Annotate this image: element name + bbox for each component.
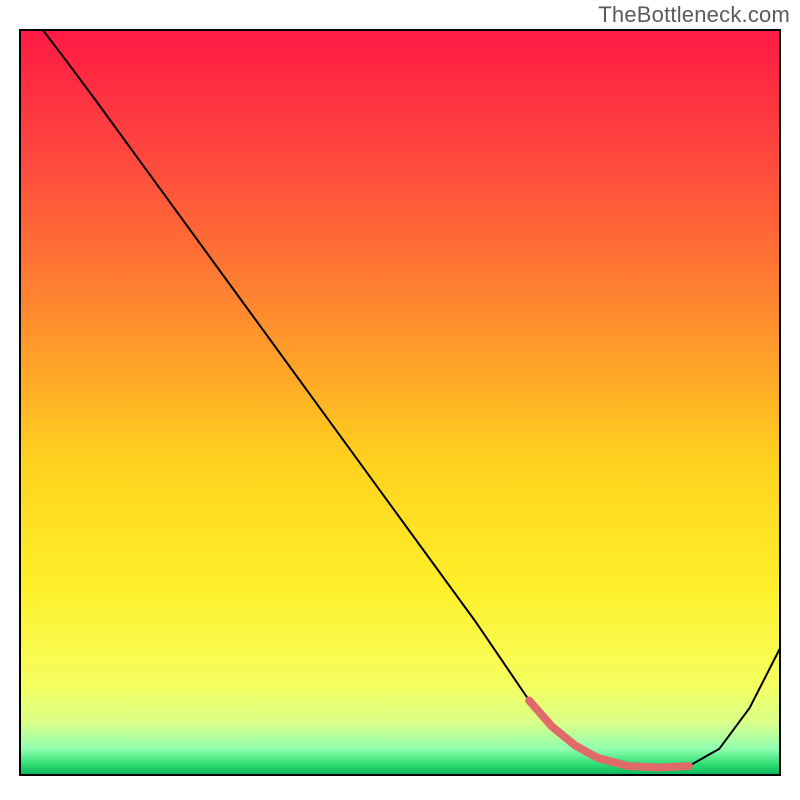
chart-svg bbox=[0, 0, 800, 800]
chart-container: TheBottleneck.com bbox=[0, 0, 800, 800]
plot-background bbox=[20, 30, 780, 775]
plot-area bbox=[20, 30, 780, 775]
watermark-text: TheBottleneck.com bbox=[598, 2, 790, 28]
